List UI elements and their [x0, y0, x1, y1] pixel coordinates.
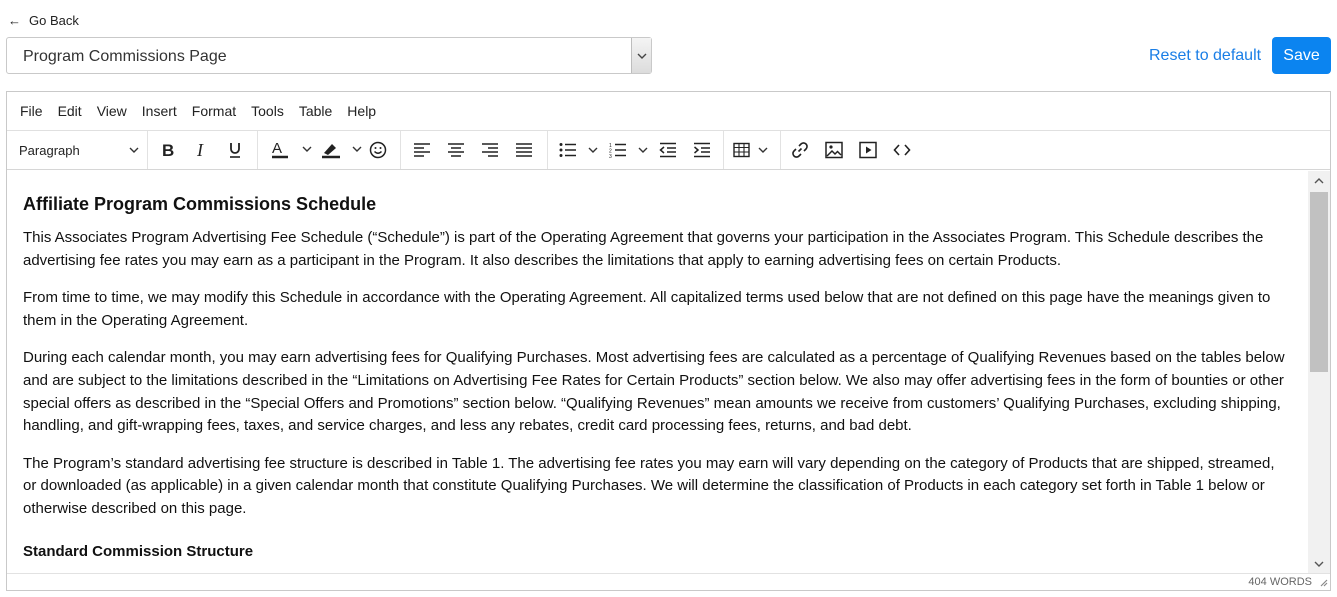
source-code-icon — [893, 144, 911, 156]
scrollbar-thumb[interactable] — [1310, 192, 1328, 372]
scroll-down-icon[interactable] — [1308, 554, 1330, 574]
menu-view[interactable]: View — [97, 103, 127, 119]
block-format-select[interactable]: Paragraph — [19, 131, 139, 169]
reset-to-default-link[interactable]: Reset to default — [1149, 47, 1261, 65]
bullet-list-icon — [559, 143, 598, 157]
toolbar-divider — [723, 131, 724, 169]
toolbar-divider — [257, 131, 258, 169]
editor-scrollbar[interactable] — [1308, 171, 1330, 574]
highlight-color-icon — [322, 144, 362, 159]
highlight-color-button[interactable] — [317, 131, 369, 169]
page-select-value: Program Commissions Page — [23, 48, 227, 65]
italic-icon: I — [196, 142, 204, 158]
emoji-button[interactable] — [367, 131, 389, 169]
underline-icon — [230, 143, 240, 158]
menu-file[interactable]: File — [20, 103, 43, 119]
numbered-list-button[interactable]: 123 — [607, 131, 653, 169]
indent-button[interactable] — [691, 131, 713, 169]
table-icon — [733, 142, 768, 158]
menu-tools[interactable]: Tools — [251, 103, 284, 119]
align-left-icon — [414, 143, 430, 157]
numbered-list-icon: 123 — [609, 143, 648, 158]
link-icon — [792, 142, 808, 158]
content-paragraph: The Program’s standard advertising fee s… — [23, 454, 1275, 517]
editor-content[interactable]: Affiliate Program Commissions Schedule T… — [7, 171, 1308, 574]
link-button[interactable] — [789, 131, 811, 169]
chevron-down-icon — [129, 147, 139, 153]
image-button[interactable] — [823, 131, 845, 169]
source-code-button[interactable] — [891, 131, 913, 169]
resize-handle-icon[interactable] — [1318, 577, 1328, 587]
align-justify-icon — [516, 143, 532, 157]
block-format-label: Paragraph — [19, 142, 80, 158]
save-button[interactable]: Save — [1272, 37, 1331, 74]
editor-menubar: File Edit View Insert Format Tools Table… — [7, 92, 1330, 131]
editor-statusbar: 404 WORDS — [7, 573, 1330, 590]
media-icon — [859, 141, 877, 159]
bold-icon: B — [162, 142, 174, 158]
toolbar-divider — [400, 131, 401, 169]
svg-text:I: I — [196, 142, 204, 158]
scroll-up-icon[interactable] — [1308, 171, 1330, 191]
content-paragraph: This Associates Program Advertising Fee … — [23, 229, 1264, 269]
image-icon — [825, 141, 843, 159]
menu-insert[interactable]: Insert — [142, 103, 177, 119]
outdent-icon — [659, 142, 676, 158]
chevron-down-icon[interactable] — [631, 38, 651, 73]
table-button[interactable] — [732, 131, 772, 169]
content-paragraph: From time to time, we may modify this Sc… — [23, 289, 1271, 329]
emoji-icon — [369, 141, 387, 159]
toolbar-divider — [780, 131, 781, 169]
word-count[interactable]: 404 WORDS — [1248, 576, 1312, 588]
text-color-icon: A — [272, 141, 312, 159]
align-left-button[interactable] — [411, 131, 433, 169]
indent-icon — [694, 142, 710, 158]
italic-button[interactable]: I — [190, 131, 212, 169]
outdent-button[interactable] — [657, 131, 679, 169]
media-button[interactable] — [857, 131, 879, 169]
svg-text:A: A — [272, 141, 282, 157]
align-center-button[interactable] — [445, 131, 467, 169]
menu-format[interactable]: Format — [192, 103, 236, 119]
underline-button[interactable] — [224, 131, 246, 169]
text-color-button[interactable]: A — [267, 131, 319, 169]
menu-help[interactable]: Help — [347, 103, 376, 119]
toolbar-divider — [147, 131, 148, 169]
content-paragraph: During each calendar month, you may earn… — [23, 349, 1285, 435]
toolbar-divider — [547, 131, 548, 169]
rich-text-editor: File Edit View Insert Format Tools Table… — [6, 91, 1331, 591]
align-right-button[interactable] — [479, 131, 501, 169]
content-subheading: Standard Commission Structure — [23, 542, 254, 560]
editor-toolbar: Paragraph B I A 1 2 3 — [7, 131, 1330, 170]
page-select[interactable]: Program Commissions Page — [6, 37, 652, 74]
arrow-left-icon: ← — [8, 13, 21, 28]
menu-edit[interactable]: Edit — [58, 103, 82, 119]
align-center-icon — [448, 143, 464, 157]
bold-button[interactable]: B — [157, 131, 179, 169]
menu-table[interactable]: Table — [299, 103, 332, 119]
go-back-link[interactable]: ← Go Back — [8, 13, 79, 28]
svg-text:B: B — [162, 142, 174, 158]
align-right-icon — [482, 143, 498, 157]
go-back-label: Go Back — [29, 13, 79, 28]
svg-text:3: 3 — [609, 154, 612, 158]
content-heading: Affiliate Program Commissions Schedule — [23, 194, 377, 214]
bullet-list-button[interactable] — [557, 131, 603, 169]
align-justify-button[interactable] — [513, 131, 535, 169]
